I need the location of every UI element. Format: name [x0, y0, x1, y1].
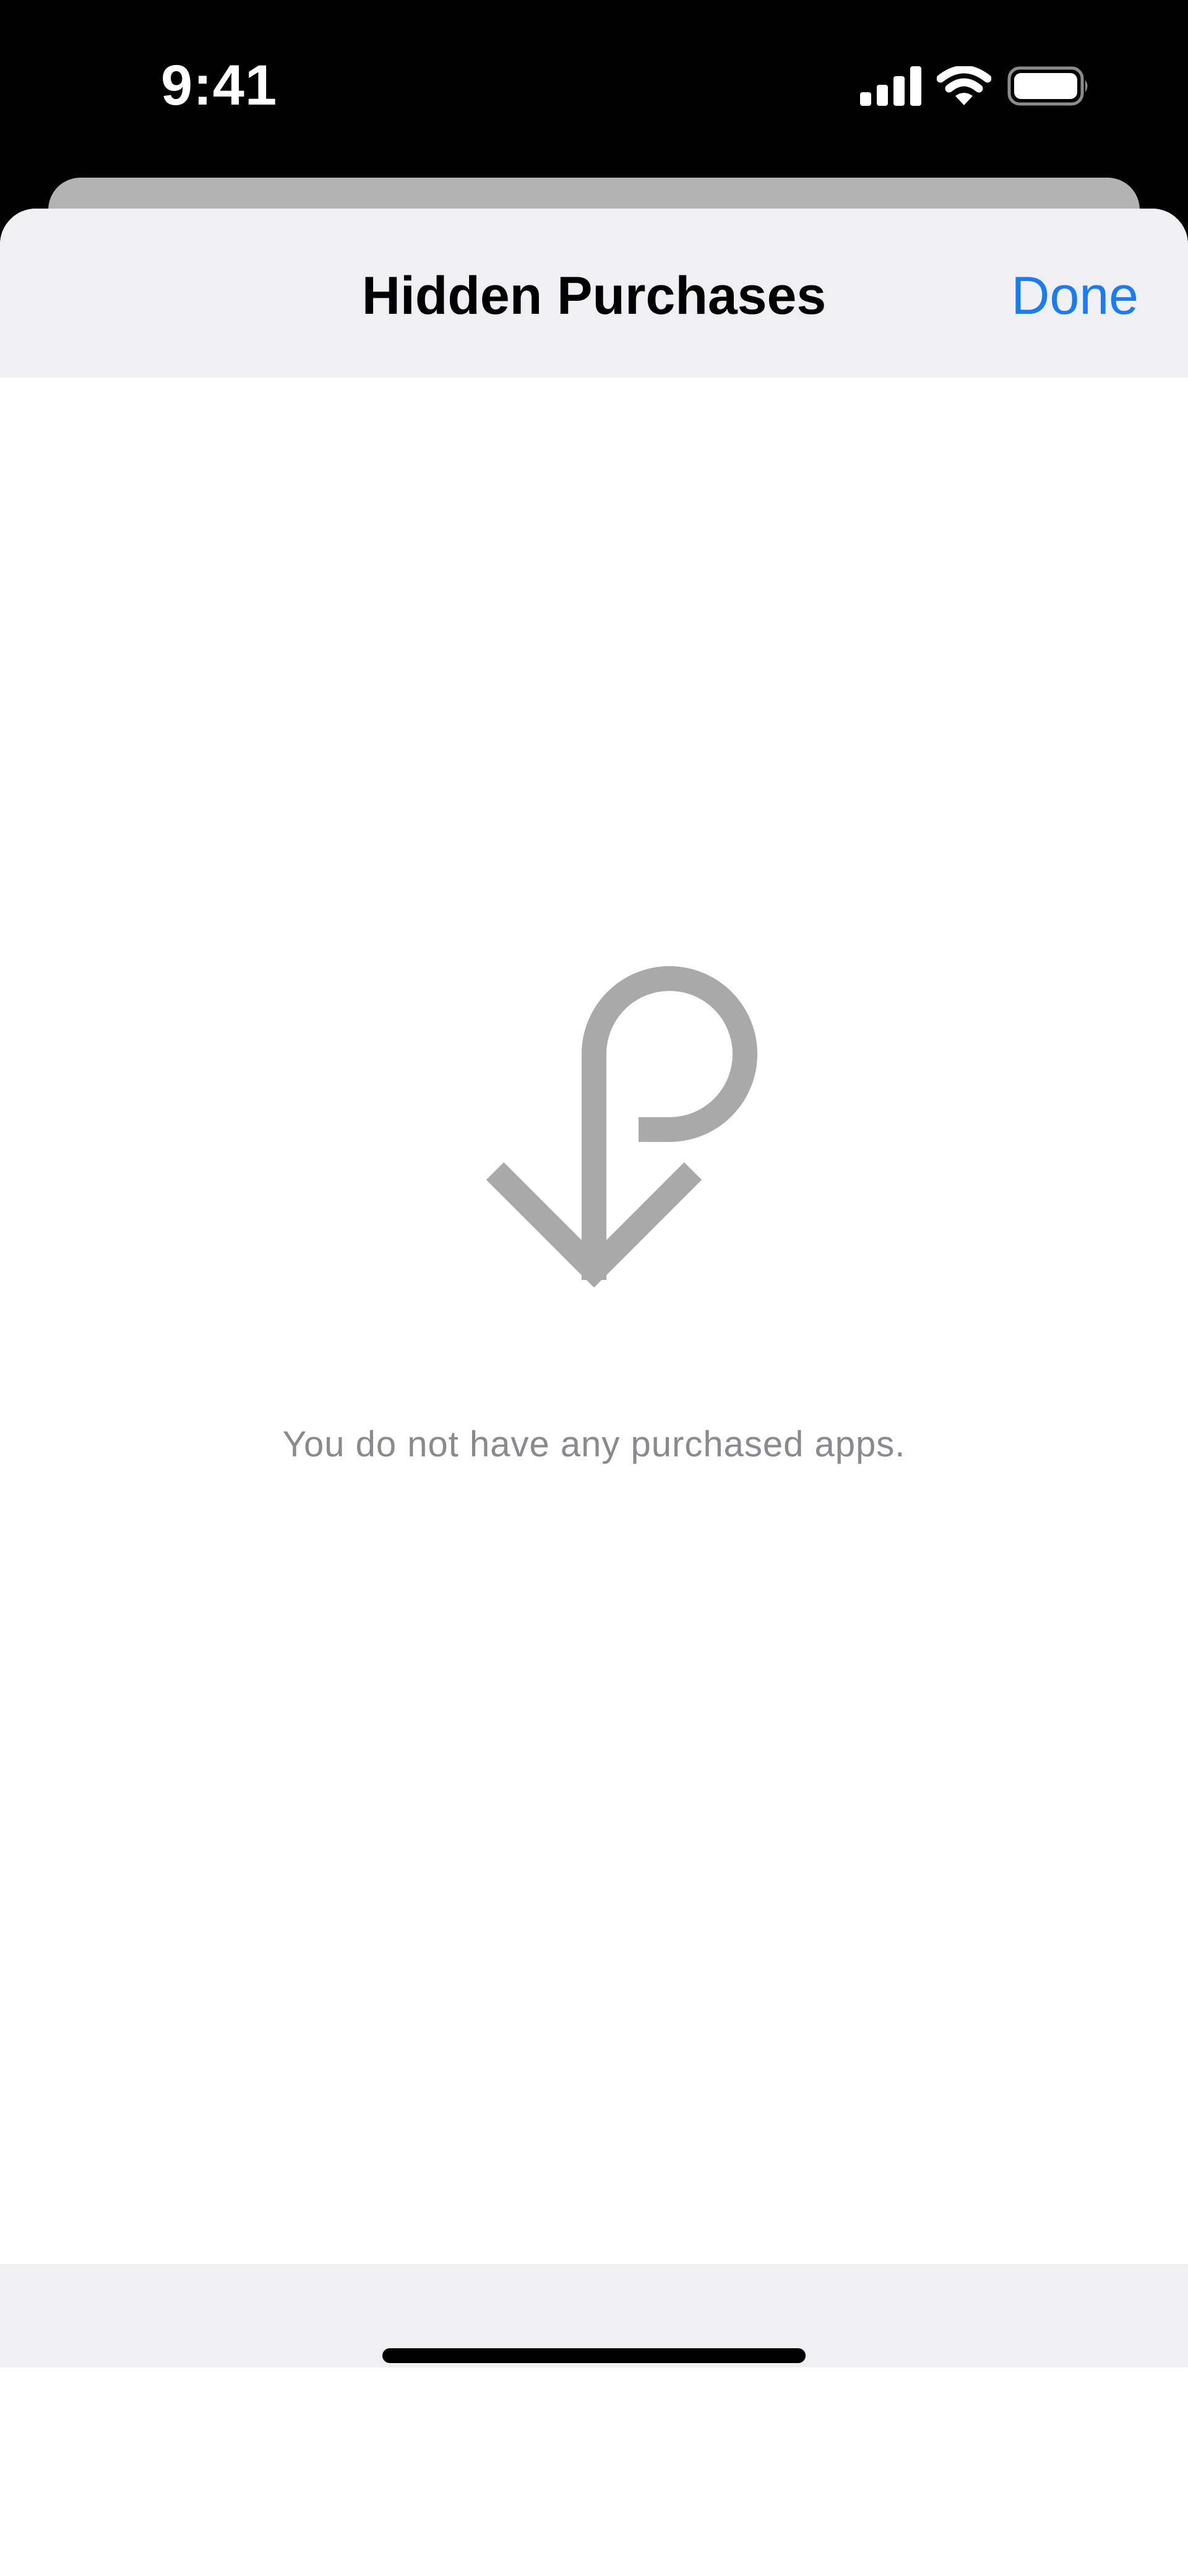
home-indicator[interactable] [382, 2348, 806, 2363]
page-title: Hidden Purchases [361, 266, 827, 326]
empty-state-message: You do not have any purchased apps. [282, 1424, 906, 1464]
status-icons [860, 64, 1090, 110]
status-time: 9:41 [161, 54, 278, 117]
status-bar: 9:41 [0, 0, 1188, 176]
navigation-bar: Hidden Purchases Done [0, 209, 1188, 378]
battery-icon [1007, 66, 1090, 109]
hidden-purchases-sheet: Hidden Purchases Done [0, 209, 1188, 2576]
done-button[interactable]: Done [1011, 266, 1138, 327]
purchases-download-arrow-icon [483, 958, 804, 1367]
cellular-signal-icon [860, 66, 922, 109]
wifi-icon [936, 65, 992, 109]
